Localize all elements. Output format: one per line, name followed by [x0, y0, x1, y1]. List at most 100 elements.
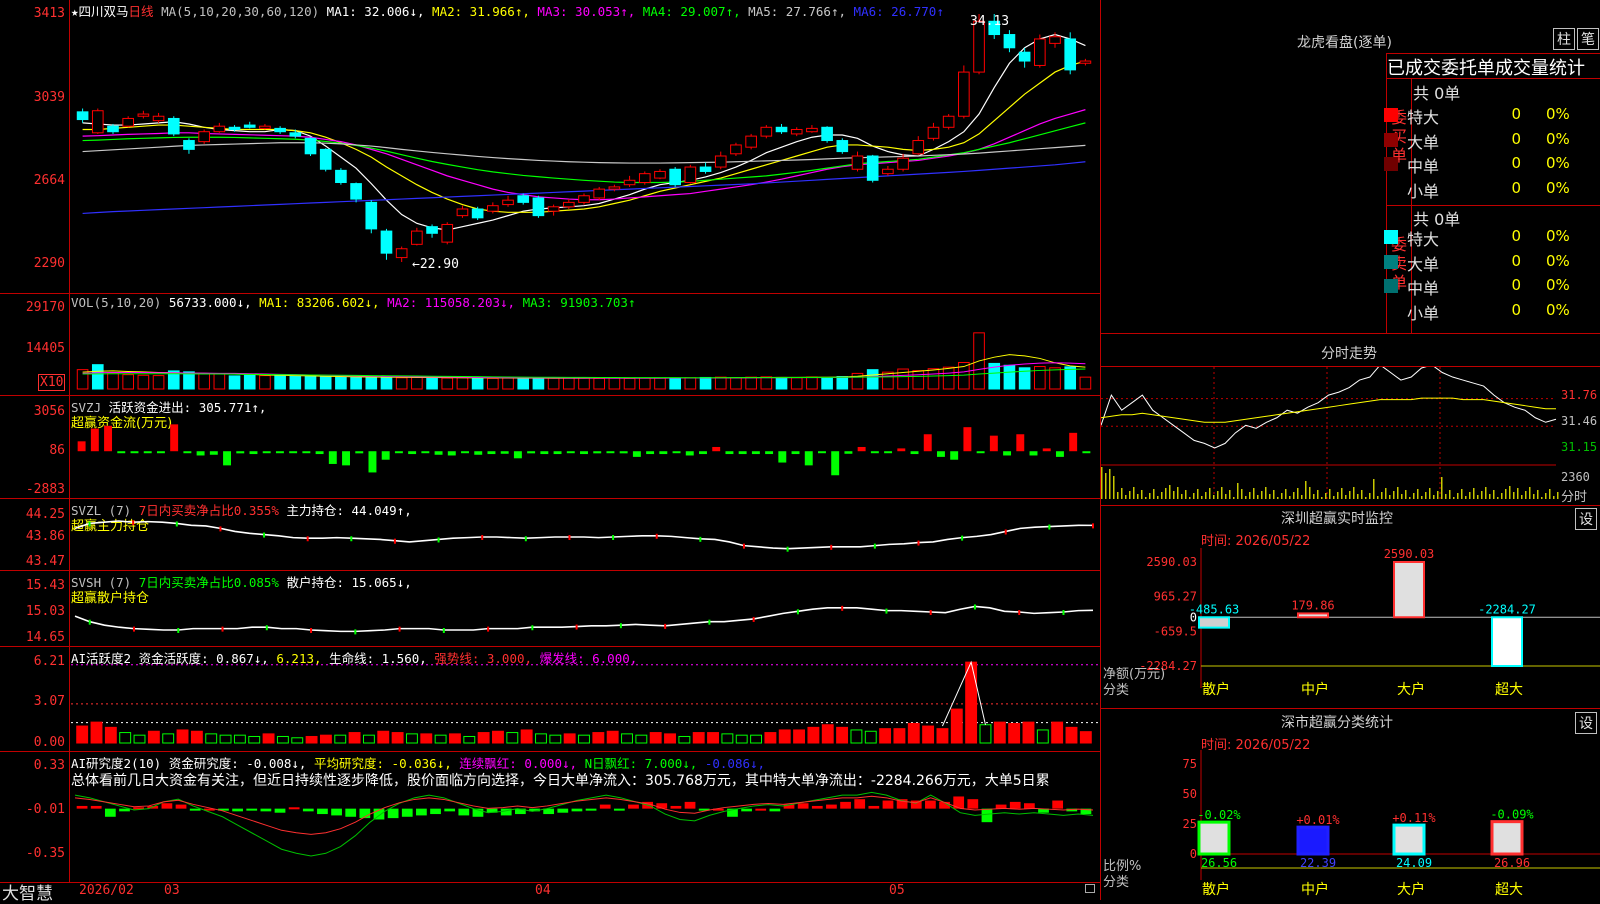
intraday-vol-bar — [1393, 491, 1395, 499]
research-bar — [613, 808, 625, 811]
svzj-chart[interactable] — [71, 396, 1099, 498]
intraday-vol-bar — [1229, 490, 1231, 499]
flow-bar — [170, 424, 179, 452]
kline-chart[interactable] — [71, 0, 1099, 293]
y-tick: 3056 — [33, 404, 65, 419]
candle — [395, 248, 408, 259]
intraday-vol-bar — [1105, 473, 1107, 499]
monitor-bar — [1393, 561, 1425, 619]
bar-view-button[interactable]: 柱 — [1553, 28, 1575, 50]
flow-bar — [844, 451, 853, 454]
intraday-chart[interactable] — [1101, 367, 1561, 502]
retail-hold-line-tick — [310, 628, 313, 633]
stats-settings-button[interactable]: 设 — [1575, 712, 1597, 734]
retail-hold-line-tick — [885, 608, 888, 614]
intraday-vol-bar — [1101, 467, 1103, 499]
monitor-category: 超大 — [1495, 682, 1523, 698]
candle — [958, 71, 970, 117]
intraday-vol-bar — [1169, 485, 1171, 499]
order-stats-tab[interactable]: 已成交委托单成交量统计 — [1387, 54, 1585, 80]
activity-bar — [233, 734, 246, 744]
flow-bar — [672, 451, 681, 454]
y-tick: 3413 — [33, 6, 65, 21]
svzl-chart[interactable] — [71, 499, 1099, 570]
lock-icon[interactable] — [1085, 884, 1095, 893]
flow-bar — [156, 451, 165, 454]
activity-bar — [621, 733, 633, 744]
flow-bar — [580, 451, 588, 455]
volume-bar — [532, 378, 545, 390]
retail-hold-line-tick — [796, 609, 799, 615]
intraday-vol-bar — [1129, 491, 1131, 499]
candle — [456, 208, 469, 217]
candle — [471, 208, 484, 219]
candle — [532, 197, 545, 217]
volume-bar — [821, 376, 833, 390]
intraday-vol-bar — [1273, 490, 1275, 499]
ma-line-ma5 — [82, 142, 1086, 164]
flow-bar — [1042, 448, 1051, 452]
activity-bar — [821, 724, 834, 744]
activity-bar — [1051, 721, 1064, 744]
ai-activity-panel[interactable]: 6.21 3.07 0.00 AI活跃度2 资金活跃度: 0.867↓, 6.2… — [0, 647, 1100, 752]
stats-value-label: 26.96 — [1494, 856, 1530, 870]
intraday-vol-bar — [1505, 489, 1507, 499]
svzl-panel[interactable]: 44.25 43.86 43.47 SVZL (7) 7日内买卖净占比0.355… — [0, 499, 1100, 571]
volume-bar — [243, 374, 256, 390]
stats-category: 中户 — [1301, 881, 1329, 898]
volume-panel[interactable]: 29170 14405 X10 VOL(5,10,20) 56733.000↓,… — [0, 294, 1100, 396]
intraday-vol-bar — [1241, 489, 1243, 499]
kline-panel[interactable]: 3413 3039 2664 2290 ★四川双马日线 MA(5,10,20,3… — [0, 0, 1100, 294]
retail-hold-line-tick — [177, 628, 180, 633]
intraday-vol-bar — [1497, 497, 1499, 499]
research-bar — [302, 808, 314, 812]
retail-hold-line-tick — [487, 626, 490, 632]
flow-bar — [90, 428, 99, 452]
intraday-vol-bar — [1445, 494, 1447, 499]
flow-bar — [487, 451, 496, 455]
flow-bar — [963, 427, 972, 452]
y-tick: 43.86 — [25, 529, 65, 544]
intraday-vol-bar — [1281, 493, 1283, 499]
flow-bar — [831, 451, 840, 476]
main-hold-line-tick — [612, 535, 615, 540]
kline-y-axis: 3413 3039 2664 2290 — [0, 0, 70, 293]
intraday-ytick: 31.76 — [1561, 388, 1598, 402]
x-tick: 03 — [164, 883, 180, 898]
monitor-chart[interactable]: 2590.03965.27-659.5-2284.270-485.63散户179… — [1101, 548, 1600, 708]
flow-bar — [342, 451, 350, 466]
candle — [866, 155, 879, 181]
intraday-vol-bar — [1149, 493, 1151, 499]
flow-bar — [1016, 434, 1025, 452]
activity-bar — [893, 728, 906, 744]
research-bar — [868, 805, 880, 809]
pen-view-button[interactable]: 笔 — [1577, 28, 1599, 50]
ai-research-panel[interactable]: 0.33 -0.01 -0.35 AI研究度2(10) 资金研究度: -0.00… — [0, 752, 1100, 882]
buy-row-pct: 0% — [1546, 154, 1570, 172]
svsh-chart[interactable] — [71, 571, 1099, 646]
intraday-vol-bar — [1113, 476, 1115, 499]
research-bar — [585, 808, 597, 811]
activity-bar — [1036, 729, 1049, 744]
intraday-vol-bar — [1429, 488, 1431, 499]
volume-bar — [213, 373, 226, 390]
flow-bar — [699, 451, 707, 455]
svzj-panel[interactable]: 3056 86 -2883 SVZJ 活跃资金进出: 305.771↑, 超赢资… — [0, 396, 1100, 499]
ai-research-chart[interactable] — [71, 752, 1099, 882]
research-bar — [175, 804, 187, 809]
volume-chart[interactable] — [71, 294, 1099, 395]
intraday-vol-bar — [1261, 491, 1263, 499]
monitor-settings-button[interactable]: 设 — [1575, 508, 1597, 530]
main-hold-line-tick — [830, 544, 833, 550]
y-tick: 86 — [49, 443, 65, 458]
stats-chart[interactable]: 75 50 25 0 -0.02% 26.56 散户 +0.01% 22.39 中户 +0.11% 2… — [1101, 750, 1600, 900]
buy-row-count: 0 — [1511, 154, 1521, 172]
svsh-panel[interactable]: 15.43 15.03 14.65 SVSH (7) 7日内买卖净占比0.085… — [0, 571, 1100, 647]
volume-bar — [91, 364, 104, 390]
flow-bar — [104, 425, 113, 452]
intraday-vol-bar — [1185, 490, 1187, 499]
ai-activity-chart[interactable] — [71, 647, 1099, 751]
candle — [927, 126, 940, 139]
candle — [562, 201, 575, 208]
intraday-vol-bar — [1173, 491, 1175, 499]
